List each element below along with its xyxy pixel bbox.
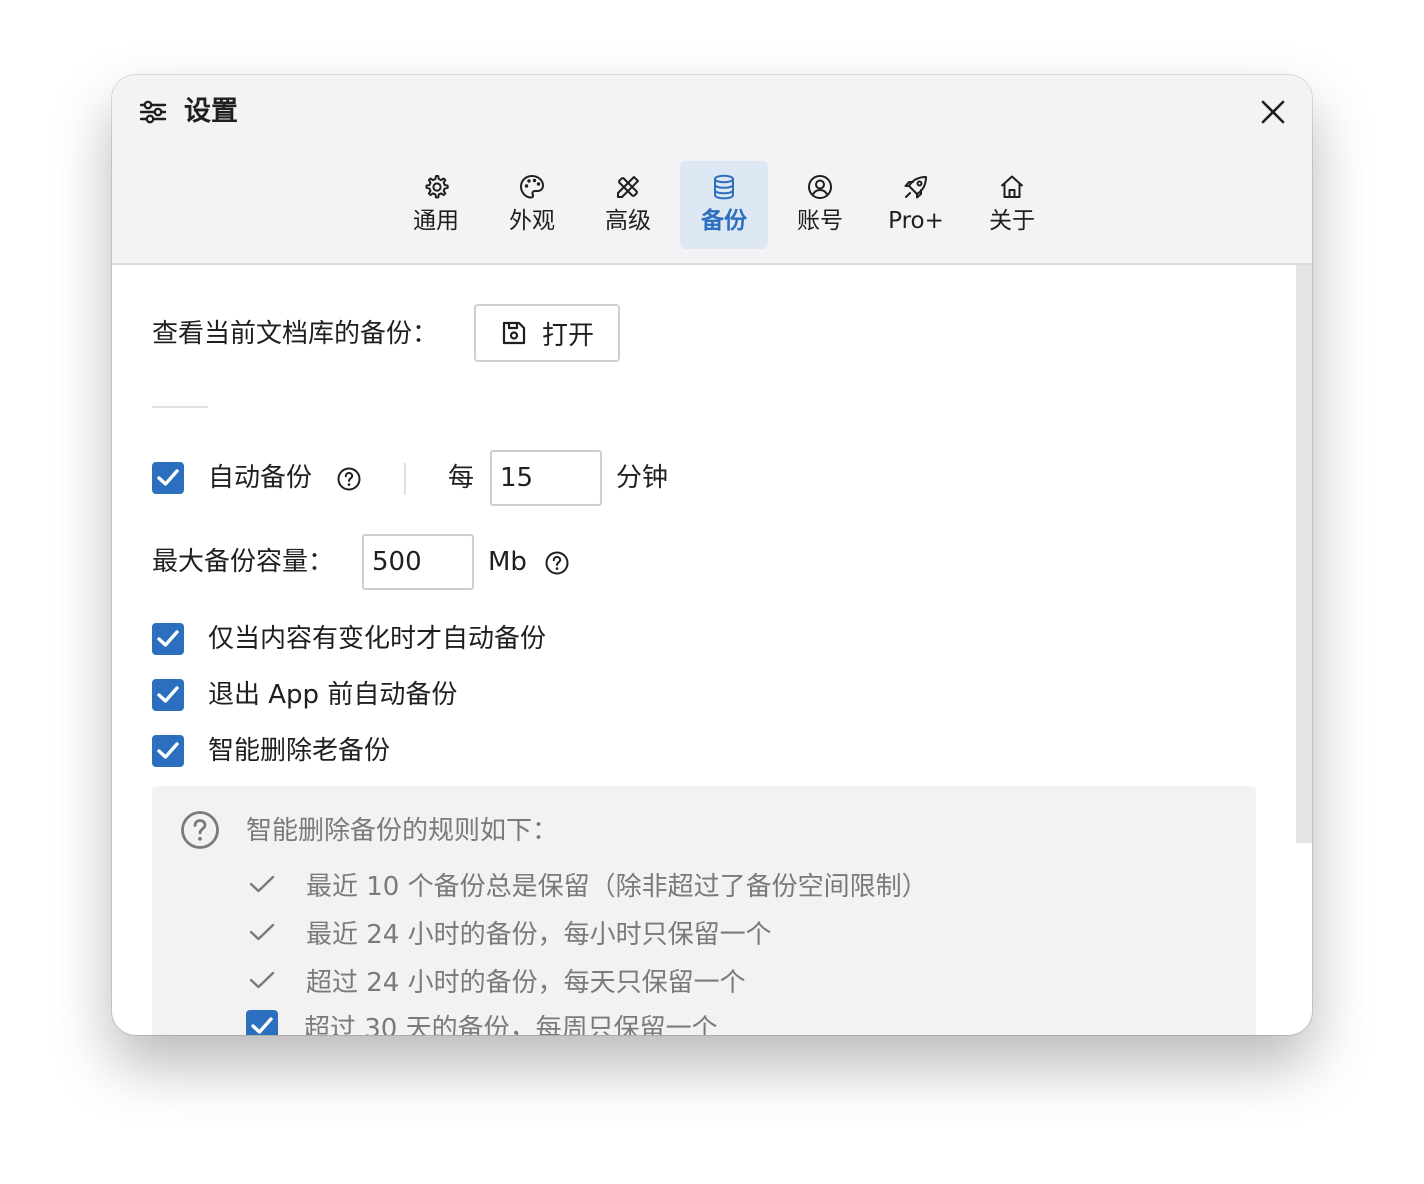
tab-label: 账号: [797, 208, 843, 234]
checkmark-icon: [251, 1017, 273, 1034]
settings-window: 设置 通用 外观 高级 备份 账号 Pro+ 关于 查看当前文档库的备份： 打开…: [112, 75, 1312, 1035]
vertical-separator: [404, 463, 406, 495]
smart-delete-label: 智能删除老备份: [208, 736, 391, 766]
rule-item: 超过 30 天的备份，每周只保留一个: [246, 1006, 718, 1035]
tab-pro[interactable]: Pro+: [872, 161, 960, 249]
tab-label: Pro+: [888, 208, 944, 234]
sliders-icon: [139, 100, 167, 124]
checkmark-icon: [157, 686, 179, 703]
max-size-label: 最大备份容量：: [152, 547, 335, 577]
tools-icon: [617, 176, 639, 198]
rule-text: 超过 30 天的备份，每周只保留一个: [304, 1013, 718, 1036]
rules-title: 智能删除备份的规则如下：: [246, 816, 559, 846]
rule-item: 超过 24 小时的备份，每天只保留一个: [248, 960, 746, 1000]
checkmark-icon: [157, 469, 179, 486]
backup-settings-panel: 查看当前文档库的备份： 打开 自动备份 每 分钟 最大: [112, 265, 1312, 1035]
rule-text: 最近 24 小时的备份，每小时只保留一个: [306, 919, 772, 950]
max-size-input[interactable]: [362, 534, 474, 590]
minutes-unit-label: 分钟: [616, 463, 669, 493]
rule-text: 最近 10 个备份总是保留（除非超过了备份空间限制）: [306, 871, 928, 902]
save-icon: [502, 321, 526, 345]
settings-tabs: 通用 外观 高级 备份 账号 Pro+ 关于: [392, 161, 1064, 249]
view-backups-label: 查看当前文档库的备份：: [152, 319, 439, 349]
user-circle-icon: [808, 175, 832, 199]
tab-label: 通用: [413, 208, 459, 234]
backup-interval-input[interactable]: [490, 450, 602, 506]
auto-backup-checkbox[interactable]: [152, 462, 184, 494]
auto-backup-label: 自动备份: [208, 463, 313, 493]
tab-label: 高级: [605, 208, 651, 234]
open-button-label: 打开: [542, 320, 595, 351]
home-icon: [1000, 175, 1024, 198]
every-label: 每: [448, 463, 475, 493]
weekly-rule-checkbox[interactable]: [246, 1010, 278, 1035]
tab-advanced[interactable]: 高级: [584, 161, 672, 249]
palette-icon: [519, 174, 545, 199]
tab-label: 备份: [701, 208, 747, 234]
tab-general[interactable]: 通用: [392, 161, 480, 249]
database-icon: [714, 174, 734, 200]
close-icon[interactable]: [1256, 95, 1290, 129]
tab-label: 外观: [509, 208, 555, 234]
settings-header: 设置 通用 外观 高级 备份 账号 Pro+ 关于: [112, 75, 1312, 265]
only-on-change-label: 仅当内容有变化时才自动备份: [208, 624, 547, 654]
tab-account[interactable]: 账号: [776, 161, 864, 249]
rocket-icon: [904, 176, 927, 199]
check-icon: [249, 923, 275, 941]
tab-appearance[interactable]: 外观: [488, 161, 576, 249]
help-icon[interactable]: [336, 466, 362, 492]
window-title: 设置: [184, 96, 238, 127]
smart-delete-rules-box: 智能删除备份的规则如下： 最近 10 个备份总是保留（除非超过了备份空间限制） …: [152, 786, 1256, 1035]
checkmark-icon: [157, 742, 179, 759]
section-divider: [152, 406, 208, 408]
tab-backup[interactable]: 备份: [680, 161, 768, 249]
tab-about[interactable]: 关于: [968, 161, 1056, 249]
size-unit-label: Mb: [488, 547, 527, 577]
gear-icon: [425, 175, 449, 199]
before-quit-checkbox[interactable]: [152, 679, 184, 711]
help-icon[interactable]: [544, 550, 570, 576]
open-backups-button[interactable]: 打开: [474, 304, 620, 362]
check-icon: [249, 875, 275, 893]
rule-text: 超过 24 小时的备份，每天只保留一个: [306, 967, 746, 998]
tab-label: 关于: [989, 208, 1035, 234]
smart-delete-checkbox[interactable]: [152, 735, 184, 767]
only-on-change-checkbox[interactable]: [152, 623, 184, 655]
help-circle-icon: [181, 811, 219, 849]
check-icon: [249, 971, 275, 989]
scrollbar[interactable]: [1296, 265, 1312, 843]
before-quit-label: 退出 App 前自动备份: [208, 680, 458, 710]
rule-item: 最近 24 小时的备份，每小时只保留一个: [248, 912, 772, 952]
checkmark-icon: [157, 630, 179, 647]
rule-item: 最近 10 个备份总是保留（除非超过了备份空间限制）: [248, 864, 928, 904]
